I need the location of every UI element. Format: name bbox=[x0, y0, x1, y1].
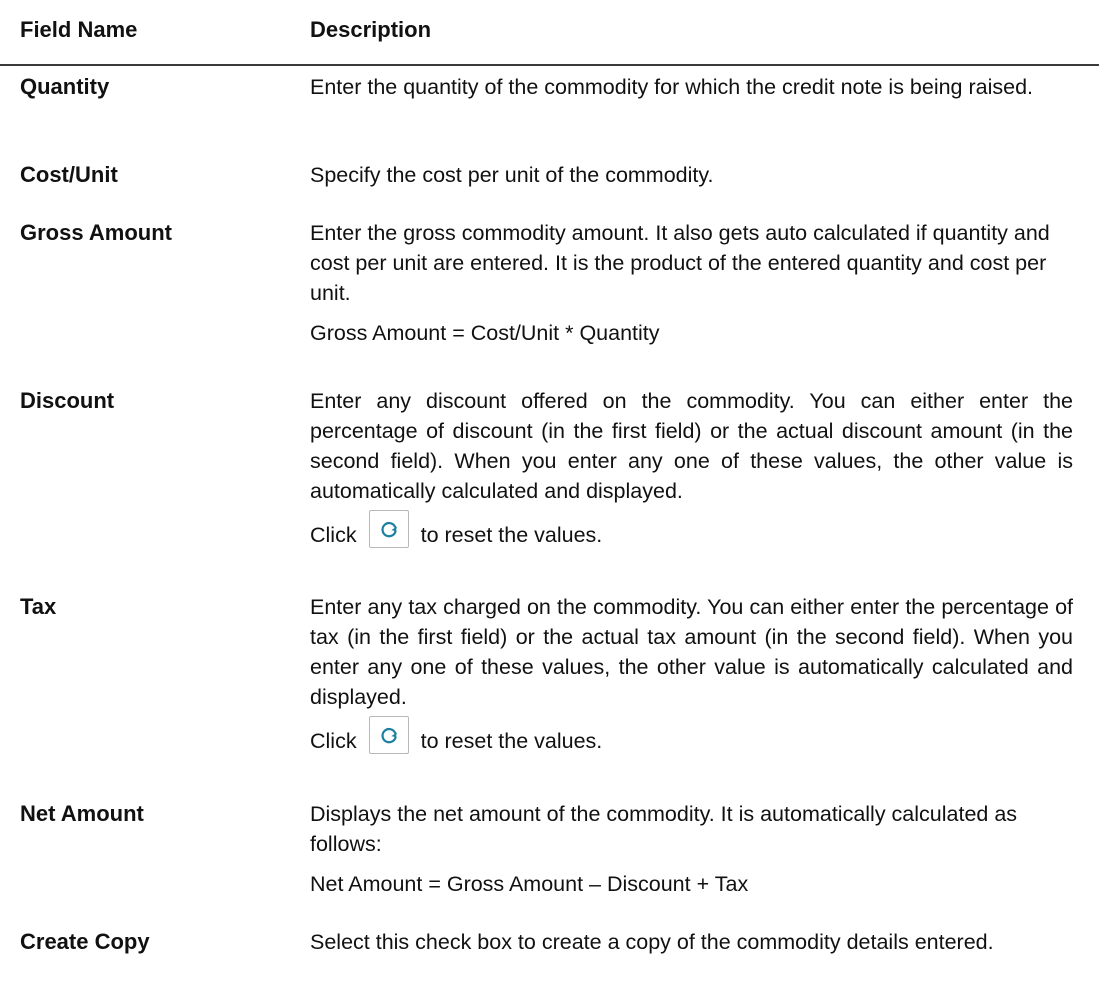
field-description-table: Field Name Description Quantity Enter th… bbox=[0, 0, 1099, 991]
header-rule bbox=[0, 64, 1099, 66]
field-description: Enter the quantity of the commodity for … bbox=[310, 72, 1073, 102]
field-description: Enter any tax charged on the commodity. … bbox=[310, 592, 1073, 756]
description-text: Enter the quantity of the commodity for … bbox=[310, 75, 1034, 99]
table-header: Field Name Description bbox=[0, 0, 1099, 64]
reset-text: to reset the values. bbox=[420, 523, 603, 547]
description-text: Enter any discount offered on the commod… bbox=[310, 389, 1073, 503]
refresh-icon bbox=[381, 522, 397, 538]
description-text: Enter any tax charged on the commodity. … bbox=[310, 595, 1073, 709]
field-description: Select this check box to create a copy o… bbox=[310, 927, 1073, 957]
formula-text: Gross Amount = Cost/Unit * Quantity bbox=[310, 321, 660, 345]
formula-text: Net Amount = Gross Amount – Discount + T… bbox=[310, 872, 749, 896]
click-text: Click bbox=[310, 729, 357, 753]
refresh-icon bbox=[381, 728, 397, 744]
field-name: Quantity bbox=[20, 74, 110, 99]
field-description: Specify the cost per unit of the commodi… bbox=[310, 160, 1073, 190]
field-name: Cost/Unit bbox=[20, 162, 118, 187]
click-text: Click bbox=[310, 523, 357, 547]
description-text: Enter the gross commodity amount. It als… bbox=[310, 221, 1050, 305]
field-description: Displays the net amount of the commodity… bbox=[310, 799, 1073, 899]
header-field-name: Field Name bbox=[20, 17, 138, 42]
field-name: Net Amount bbox=[20, 801, 144, 826]
field-name: Create Copy bbox=[20, 929, 150, 954]
field-name: Tax bbox=[20, 594, 57, 619]
field-name: Gross Amount bbox=[20, 220, 172, 245]
reset-button[interactable] bbox=[368, 510, 409, 548]
reset-instruction: Click to reset the values. bbox=[310, 506, 1073, 550]
description-text: Displays the net amount of the commodity… bbox=[310, 802, 1018, 856]
reset-button[interactable] bbox=[368, 716, 409, 754]
reset-instruction: Click to reset the values. bbox=[310, 712, 1073, 756]
header-description: Description bbox=[310, 17, 432, 42]
reset-text: to reset the values. bbox=[420, 729, 603, 753]
description-text: Specify the cost per unit of the commodi… bbox=[310, 163, 714, 187]
field-description: Enter the gross commodity amount. It als… bbox=[310, 218, 1073, 348]
field-name: Discount bbox=[20, 388, 115, 413]
field-description: Enter any discount offered on the commod… bbox=[310, 386, 1073, 550]
description-text: Select this check box to create a copy o… bbox=[310, 930, 994, 954]
